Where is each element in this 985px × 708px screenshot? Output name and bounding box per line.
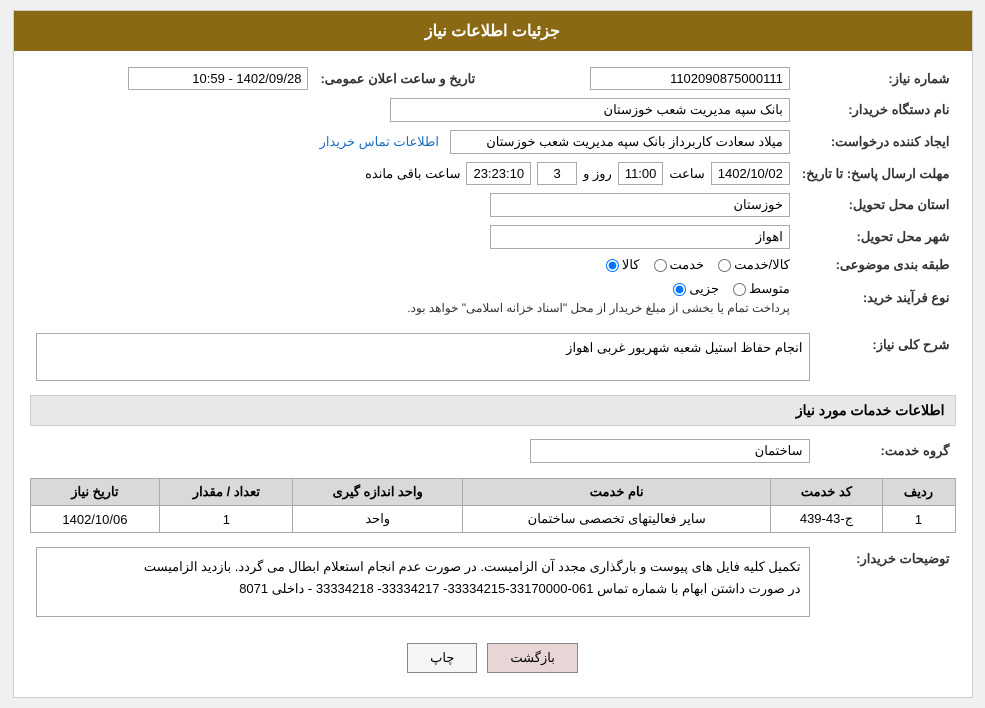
creator-label: ایجاد کننده درخواست: [796,126,956,158]
col-date: تاریخ نیاز [30,479,160,506]
deadline-days-label: روز و [583,166,612,182]
category-kala-khedmat-label: کالا/خدمت [734,257,790,273]
purchase-type-label: نوع فرآیند خرید: [796,277,956,319]
cell-service-name: سایر فعالیتهای تخصصی ساختمان [462,506,770,533]
notes-table: توضیحات خریدار: تکمیل کلیه فایل های پیوس… [30,543,956,621]
purchase-mutawasset-label: متوسط [749,281,790,297]
deadline-days: 3 [537,162,577,185]
need-number-label: شماره نیاز: [796,63,956,94]
buyer-name-label: نام دستگاه خریدار: [796,94,956,126]
deadline-date: 1402/10/02 [711,162,790,185]
col-unit: واحد اندازه گیری [293,479,462,506]
col-row-num: ردیف [882,479,955,506]
deadline-time-label: ساعت [669,166,704,182]
service-section-title: اطلاعات خدمات مورد نیاز [30,395,956,426]
group-table: گروه خدمت: ساختمان [30,434,956,468]
table-row: 1 ج-43-439 سایر فعالیتهای تخصصی ساختمان … [30,506,955,533]
group-value: ساختمان [530,439,810,463]
province-value: خوزستان [490,193,790,217]
need-number-value: 1102090875000111 [590,67,790,90]
col-count: تعداد / مقدار [160,479,293,506]
category-option-kala: کالا [606,257,640,273]
purchase-option-jozyi: جزیی [673,281,719,297]
purchase-option-mutawasset: متوسط [733,281,790,297]
province-label: استان محل تحویل: [796,189,956,221]
category-kala-label: کالا [622,257,640,273]
content-area: شماره نیاز: 1102090875000111 تاریخ و ساع… [14,51,972,697]
category-option-kala-khedmat: کالا/خدمت [718,257,790,273]
purchase-jozyi-label: جزیی [689,281,719,297]
description-box: انجام حفاظ استیل شعبه شهریور غربی اهواز [36,333,810,381]
category-radio-kala-khedmat[interactable] [718,259,731,272]
col-service-name: نام خدمت [462,479,770,506]
creator-contact-link[interactable]: اطلاعات تماس خریدار [320,134,439,149]
print-button[interactable]: چاپ [407,643,477,673]
announce-datetime-value: 1402/09/28 - 10:59 [128,67,308,90]
cell-unit: واحد [293,506,462,533]
col-service-code: کد خدمت [771,479,882,506]
group-label: گروه خدمت: [816,434,956,468]
back-button[interactable]: بازگشت [487,643,577,673]
deadline-remaining: 23:23:10 [466,162,531,185]
city-value: اهواز [490,225,790,249]
category-khedmat-label: خدمت [670,257,705,273]
deadline-time: 11:00 [618,162,664,185]
category-radio-kala[interactable] [606,259,619,272]
purchase-radio-jozyi[interactable] [673,283,686,296]
announce-datetime-label: تاریخ و ساعت اعلان عمومی: [314,63,481,94]
creator-value: میلاد سعادت کاربرداز بانک سپه مدیریت شعب… [450,130,790,154]
cell-date: 1402/10/06 [30,506,160,533]
cell-count: 1 [160,506,293,533]
purchase-type-radio-group: متوسط جزیی [673,281,790,297]
buyer-name-value: بانک سپه مدیریت شعب خوزستان [390,98,790,122]
deadline-label: مهلت ارسال پاسخ: تا تاریخ: [796,158,956,189]
purchase-note: پرداخت تمام یا بخشی از مبلغ خریدار از مح… [36,301,790,315]
description-table: شرح کلی نیاز: انجام حفاظ استیل شعبه شهری… [30,329,956,385]
notes-label: توضیحات خریدار: [816,543,956,621]
deadline-remaining-label: ساعت باقی مانده [365,166,460,182]
info-table: شماره نیاز: 1102090875000111 تاریخ و ساع… [30,63,956,319]
category-label: طبقه بندی موضوعی: [796,253,956,277]
service-table: ردیف کد خدمت نام خدمت واحد اندازه گیری ت… [30,478,956,533]
category-option-khedmat: خدمت [654,257,705,273]
city-label: شهر محل تحویل: [796,221,956,253]
deadline-row: 1402/10/02 ساعت 11:00 روز و 3 23:23:10 س… [36,162,790,185]
category-radio-khedmat[interactable] [654,259,667,272]
description-label: شرح کلی نیاز: [816,329,956,385]
cell-service-code: ج-43-439 [771,506,882,533]
page-title: جزئیات اطلاعات نیاز [14,11,972,51]
category-radio-group: کالا/خدمت خدمت کالا [606,257,790,273]
page-container: جزئیات اطلاعات نیاز شماره نیاز: 11020908… [13,10,973,698]
notes-box: تکمیل کلیه فایل های پیوست و بارگذاری مجد… [36,547,810,617]
purchase-radio-mutawasset[interactable] [733,283,746,296]
button-row: بازگشت چاپ [30,631,956,685]
cell-row-num: 1 [882,506,955,533]
